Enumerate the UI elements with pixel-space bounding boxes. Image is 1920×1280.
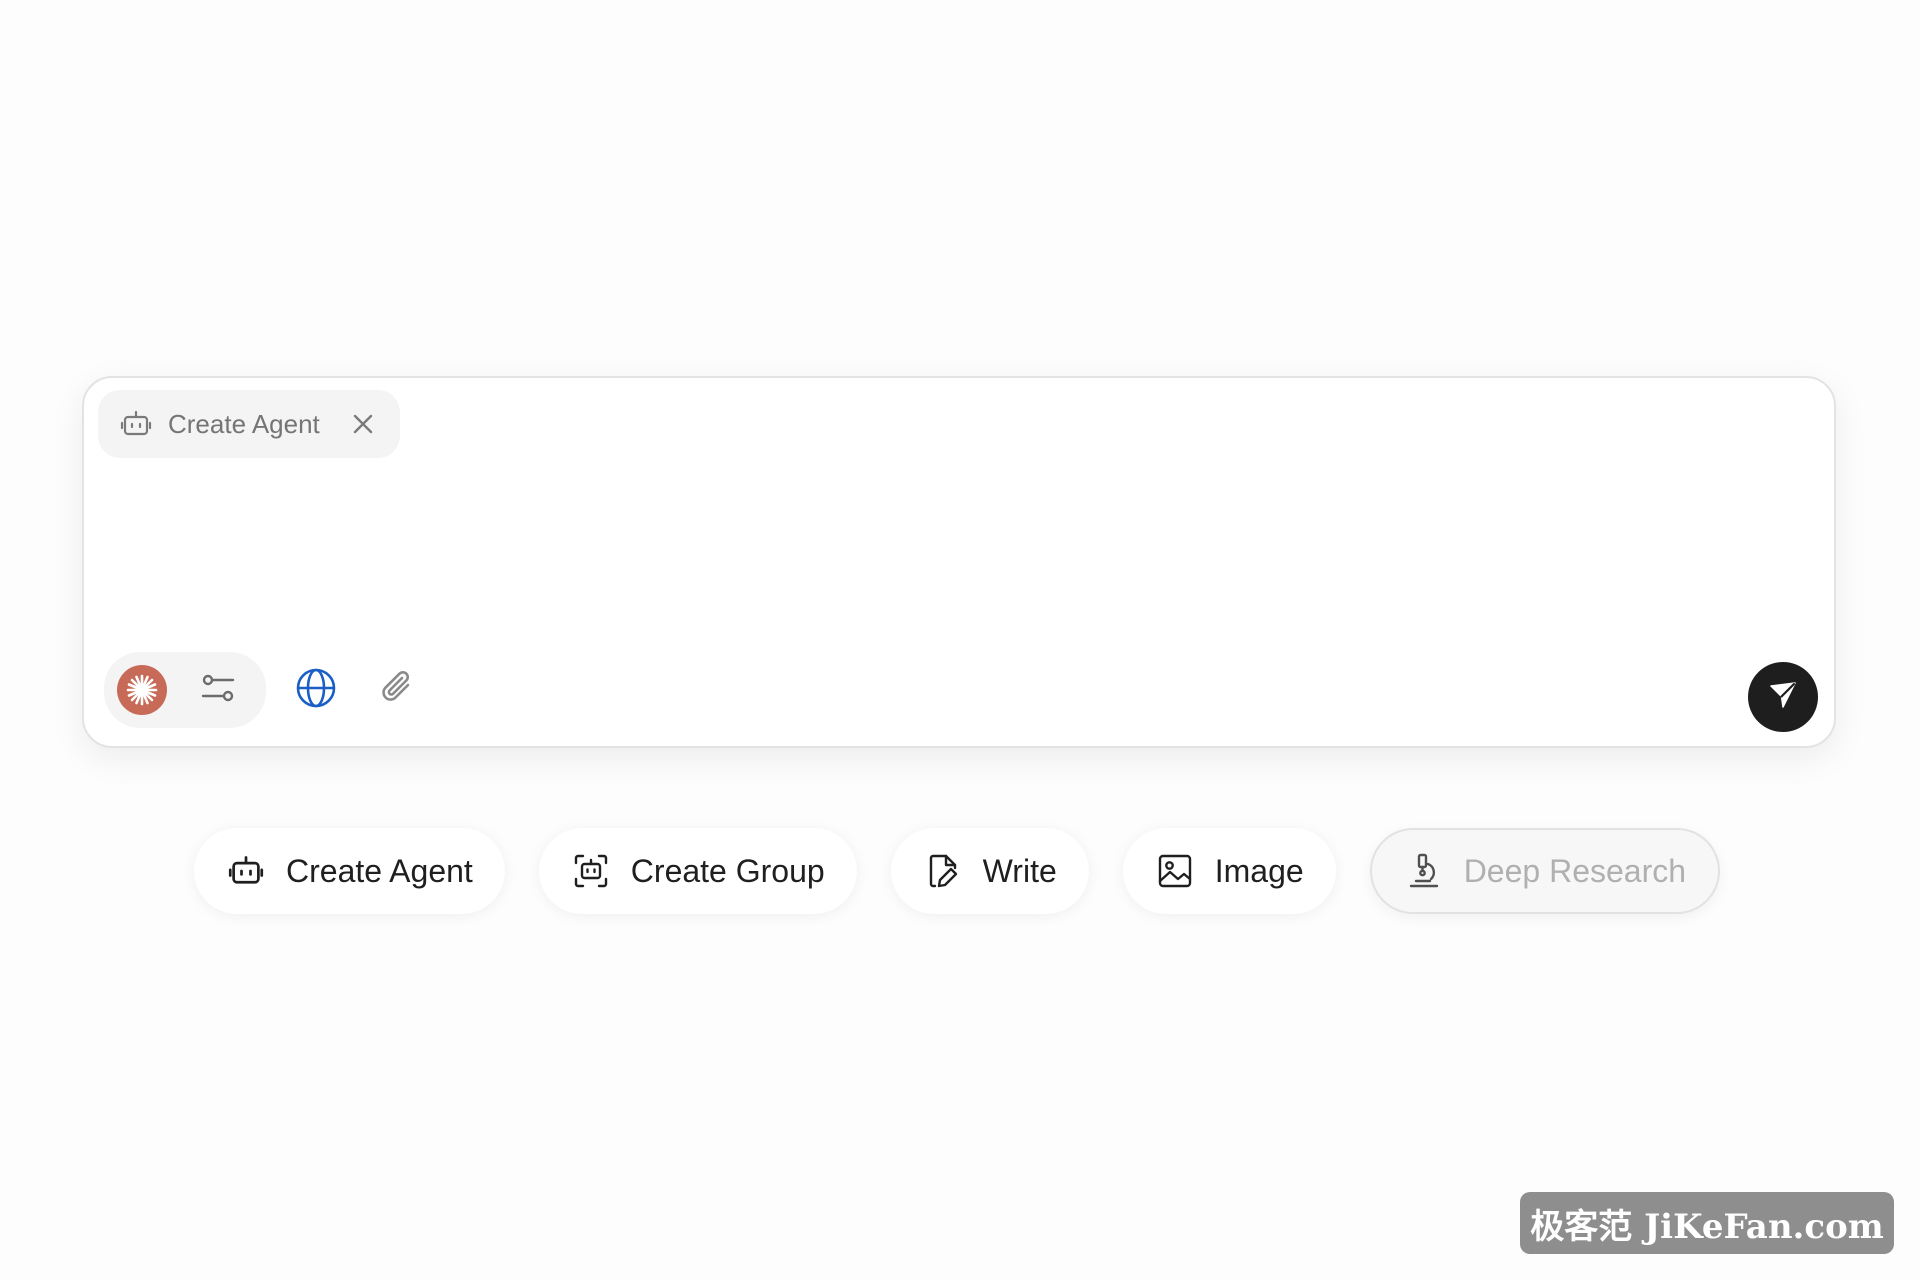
create-agent-chip[interactable]: Create Agent [98,390,400,458]
globe-icon [295,667,337,714]
composer-toolbar [104,652,430,728]
image-icon [1157,853,1193,889]
message-input[interactable] [114,478,1804,628]
settings-button[interactable] [186,658,250,722]
robot-icon [120,408,152,440]
sliders-icon [199,669,237,712]
web-search-button[interactable] [284,658,348,722]
create-agent-button[interactable]: Create Agent [194,828,505,914]
attach-button[interactable] [366,658,430,722]
quick-action-label: Image [1214,852,1304,889]
chat-composer: Create Agent [82,376,1836,748]
chip-label: Create Agent [168,408,320,439]
claude-sparkle-icon [117,665,167,715]
image-button[interactable]: Image [1122,828,1336,914]
write-button[interactable]: Write [890,828,1089,914]
quick-action-label: Deep Research [1463,852,1687,889]
deep-research-button[interactable]: Deep Research [1369,828,1721,914]
create-group-button[interactable]: Create Group [538,828,857,914]
group-robot-icon [573,853,609,889]
close-icon[interactable] [348,409,378,439]
quick-action-label: Create Agent [286,852,473,889]
quick-action-label: Write [982,852,1057,889]
quick-action-label: Create Group [630,852,825,889]
microscope-icon [1406,853,1442,889]
paperclip-icon [378,668,418,713]
model-selector-button[interactable] [110,658,174,722]
robot-icon [228,853,264,889]
model-settings-group [104,652,266,728]
send-button[interactable] [1748,662,1818,732]
watermark: 极客范 JiKeFan.com [1520,1192,1894,1254]
quick-actions: Create Agent Create Group Write Image De… [194,828,1721,914]
send-icon [1767,679,1799,716]
document-pen-icon [925,853,961,889]
